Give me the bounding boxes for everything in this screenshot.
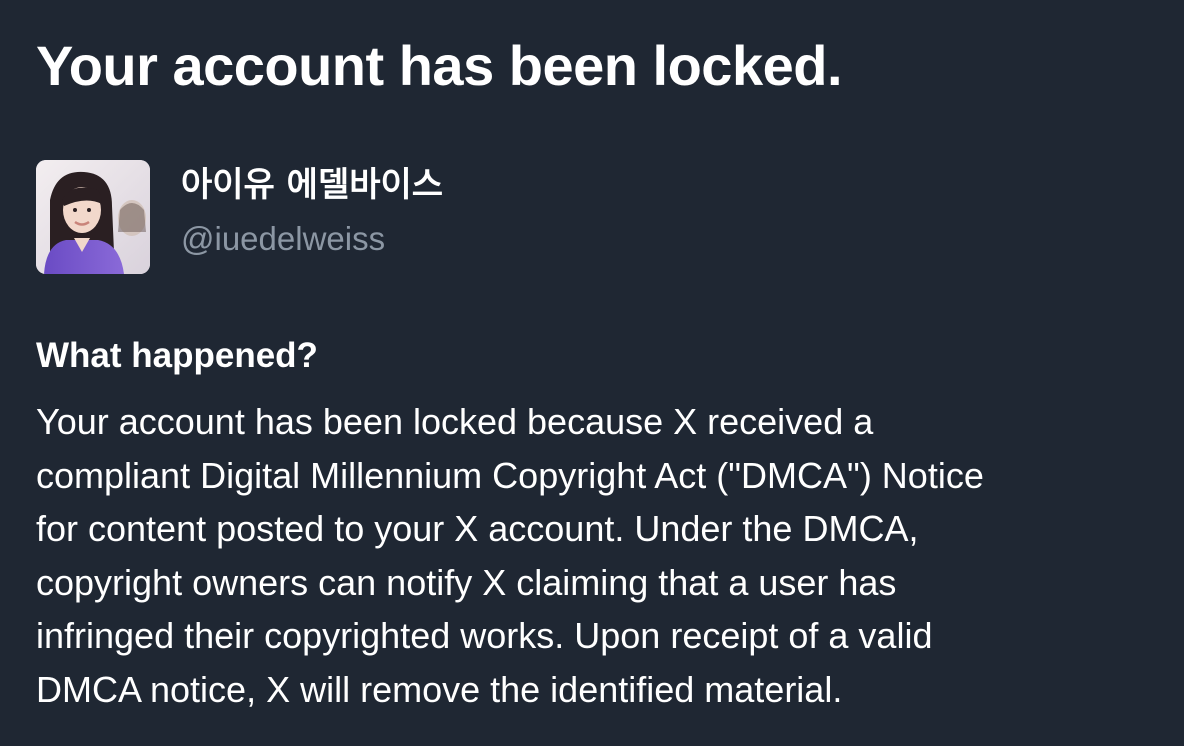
account-profile: 아이유 에델바이스 @iuedelweiss [36,160,443,274]
explanation-line: compliant Digital Millennium Copyright A… [36,454,984,496]
profile-names: 아이유 에델바이스 @iuedelweiss [181,160,443,262]
user-handle: @iuedelweiss [181,220,386,257]
explanation-line: for content posted to your X account. Un… [36,508,919,549]
explanation-line: DMCA notice, X will remove the identifie… [36,668,843,710]
explanation-line: copyright owners can notify X claiming t… [36,561,897,603]
page-title: Your account has been locked. [36,34,843,97]
display-name: 아이유 에델바이스 [181,165,444,205]
avatar-photo-icon [36,160,150,274]
avatar [36,160,150,274]
explanation-text: Your account has been locked because X r… [36,395,1164,716]
explanation-line: infringed their copyrighted works. Upon … [36,615,933,656]
explanation-line: Your account has been locked because X r… [36,401,874,442]
section-heading: What happened? [36,336,318,375]
